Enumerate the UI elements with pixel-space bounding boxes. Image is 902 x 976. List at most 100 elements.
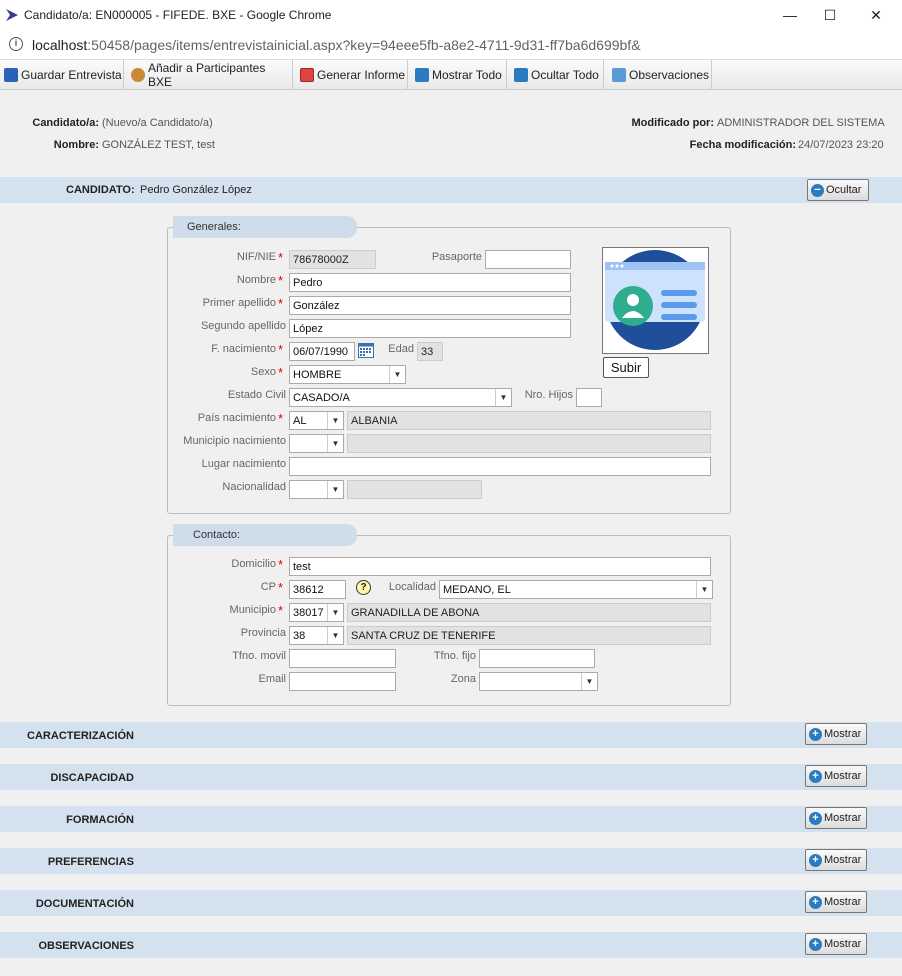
children-label: Nro. Hijos <box>524 389 573 401</box>
nationality-select[interactable]: ▼ <box>289 480 344 499</box>
nationality-name <box>347 480 482 499</box>
show-label: Mostrar <box>824 812 862 824</box>
first-name-label: Nombre <box>236 274 276 286</box>
show-section-button[interactable]: + Mostrar <box>805 933 867 955</box>
generate-report-button[interactable]: Generar Informe <box>296 60 408 90</box>
report-icon <box>300 68 314 82</box>
birth-municipality-select[interactable]: ▼ <box>289 434 344 453</box>
plus-circle-icon: + <box>809 769 822 783</box>
section-label: DOCUMENTACIÓN <box>35 898 134 910</box>
surname1-label: Primer apellido <box>202 297 276 309</box>
add-participants-button[interactable]: Añadir a Participantes BXE <box>127 60 293 90</box>
section-discapacidad: DISCAPACIDAD + Mostrar <box>0 764 902 790</box>
upload-photo-button[interactable]: Subir <box>603 357 649 378</box>
minus-icon <box>514 68 528 82</box>
chevron-down-icon: ▼ <box>696 581 712 598</box>
nif-field[interactable]: 78678000Z <box>289 250 376 269</box>
observations-button[interactable]: Observaciones <box>608 60 712 90</box>
chevron-down-icon: ▼ <box>327 627 343 644</box>
birth-place-field[interactable] <box>289 457 711 476</box>
show-section-button[interactable]: + Mostrar <box>805 891 867 913</box>
surname2-field[interactable]: López <box>289 319 571 338</box>
modified-date-value: 24/07/2023 23:20 <box>798 139 884 151</box>
postcode-field[interactable]: 38612 <box>289 580 346 599</box>
birth-country-select[interactable]: AL ▼ <box>289 411 344 430</box>
email-label: Email <box>258 673 286 685</box>
show-label: Mostrar <box>824 938 862 950</box>
candidate-code-label: Candidato/a: <box>32 117 99 129</box>
children-field[interactable] <box>576 388 602 407</box>
window-titlebar: Candidato/a: EN000005 - FIFEDE. BXE - Go… <box>0 0 902 30</box>
address-field[interactable]: test <box>289 557 711 576</box>
sex-select[interactable]: HOMBRE ▼ <box>289 365 406 384</box>
required-marker: * <box>278 603 284 618</box>
email-field[interactable] <box>289 672 396 691</box>
save-label: Guardar Entrevista <box>21 68 122 82</box>
zone-select[interactable]: ▼ <box>479 672 598 691</box>
show-section-button[interactable]: + Mostrar <box>805 723 867 745</box>
required-marker: * <box>278 296 284 311</box>
show-all-label: Mostrar Todo <box>432 68 502 82</box>
modified-by-value: ADMINISTRADOR DEL SISTEMA <box>717 117 885 129</box>
surname1-field[interactable]: González <box>289 296 571 315</box>
section-label: CARACTERIZACIÓN <box>27 730 134 742</box>
locality-select[interactable]: MEDANO, EL ▼ <box>439 580 713 599</box>
required-marker: * <box>278 557 284 572</box>
section-label: PREFERENCIAS <box>47 856 134 868</box>
required-marker: * <box>278 342 284 357</box>
chevron-down-icon: ▼ <box>327 604 343 621</box>
hide-candidate-button[interactable]: − Ocultar <box>807 179 869 201</box>
minus-circle-icon: − <box>811 183 824 197</box>
modified-by-label: Modificado por: <box>631 117 715 129</box>
maximize-icon[interactable]: ☐ <box>820 6 840 24</box>
municipality-label: Municipio <box>229 604 276 616</box>
surname2-label: Segundo apellido <box>200 320 286 332</box>
birth-place-label: Lugar nacimiento <box>201 458 286 470</box>
address-bar[interactable]: i localhost:50458/pages/items/entrevista… <box>0 30 902 60</box>
section-preferencias: PREFERENCIAS + Mostrar <box>0 848 902 874</box>
show-all-button[interactable]: Mostrar Todo <box>411 60 507 90</box>
locality-value: MEDANO, EL <box>443 584 511 596</box>
name-label: Nombre: <box>53 139 99 151</box>
birth-municipality-name <box>347 434 711 453</box>
civil-status-select[interactable]: CASADO/A ▼ <box>289 388 512 407</box>
civil-status-value: CASADO/A <box>293 392 350 404</box>
app-logo-icon <box>6 9 18 21</box>
landline-field[interactable] <box>479 649 595 668</box>
mobile-field[interactable] <box>289 649 396 668</box>
nif-label: NIF/NIE <box>236 251 276 263</box>
candidate-section-value: Pedro González López <box>140 184 252 196</box>
modified-date-label: Fecha modificación: <box>689 139 796 151</box>
municipality-select[interactable]: 38017 ▼ <box>289 603 344 622</box>
passport-field[interactable] <box>485 250 571 269</box>
required-marker: * <box>278 365 284 380</box>
chevron-down-icon: ▼ <box>327 481 343 498</box>
url-text[interactable]: localhost:50458/pages/items/entrevistain… <box>32 37 641 53</box>
plus-circle-icon: + <box>809 853 822 867</box>
help-icon[interactable]: ? <box>356 580 371 595</box>
show-section-button[interactable]: + Mostrar <box>805 765 867 787</box>
hide-all-label: Ocultar Todo <box>531 68 599 82</box>
section-label: FORMACIÓN <box>66 814 134 826</box>
show-section-button[interactable]: + Mostrar <box>805 849 867 871</box>
birthdate-field[interactable]: 06/07/1990 <box>289 342 355 361</box>
save-interview-button[interactable]: Guardar Entrevista <box>0 60 124 90</box>
mobile-label: Tfno. movil <box>232 650 286 662</box>
add-label: Añadir a Participantes BXE <box>147 61 266 89</box>
show-section-button[interactable]: + Mostrar <box>805 807 867 829</box>
section-label: OBSERVACIONES <box>38 940 134 952</box>
calendar-icon[interactable] <box>358 342 374 358</box>
show-label: Mostrar <box>824 728 862 740</box>
info-icon[interactable]: i <box>9 37 23 51</box>
chevron-down-icon: ▼ <box>495 389 511 406</box>
section-documentacion: DOCUMENTACIÓN + Mostrar <box>0 890 902 916</box>
minimize-icon[interactable]: — <box>780 6 800 24</box>
section-observaciones: OBSERVACIONES + Mostrar <box>0 932 902 958</box>
first-name-field[interactable]: Pedro <box>289 273 571 292</box>
hide-all-button[interactable]: Ocultar Todo <box>510 60 604 90</box>
photo-frame <box>602 247 709 354</box>
close-icon[interactable]: ✕ <box>866 6 886 24</box>
province-label: Provincia <box>240 627 286 639</box>
contacto-legend: Contacto: <box>173 524 357 546</box>
province-select[interactable]: 38 ▼ <box>289 626 344 645</box>
